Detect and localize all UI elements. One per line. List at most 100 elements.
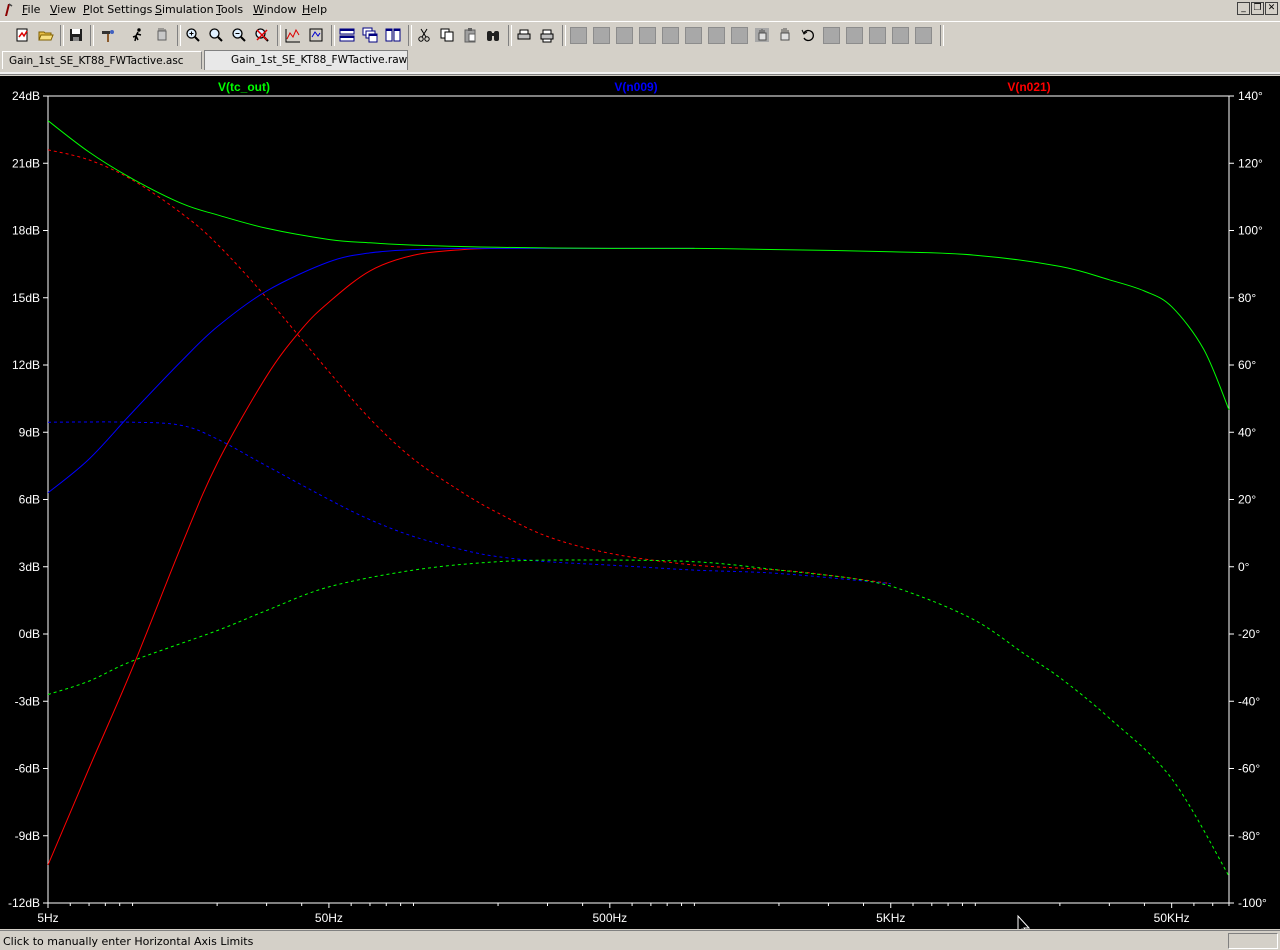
move-tool-button[interactable] bbox=[775, 26, 795, 44]
pick-visible-traces-button[interactable] bbox=[306, 26, 326, 44]
y2-tick-label: 60° bbox=[1238, 358, 1256, 372]
open-button[interactable] bbox=[36, 26, 56, 44]
disabled-tool-button[interactable] bbox=[637, 26, 657, 44]
run-button[interactable] bbox=[128, 26, 148, 44]
x-tick-label: 5Hz bbox=[37, 911, 58, 925]
find-button[interactable] bbox=[483, 26, 503, 44]
disabled-tool-button[interactable] bbox=[614, 26, 634, 44]
save-button[interactable] bbox=[66, 26, 86, 44]
print-button[interactable] bbox=[537, 26, 557, 44]
disabled-tool-button[interactable] bbox=[821, 26, 841, 44]
menu-help[interactable]: Help bbox=[302, 3, 327, 16]
undo-button[interactable] bbox=[798, 26, 818, 44]
y2-tick-label: -60° bbox=[1238, 762, 1260, 776]
new-schematic-button[interactable] bbox=[13, 26, 33, 44]
halt-button[interactable] bbox=[152, 26, 172, 44]
disabled-tool-button[interactable] bbox=[867, 26, 887, 44]
disabled-tool-icon bbox=[592, 26, 610, 44]
menu-window[interactable]: Window bbox=[253, 3, 296, 16]
print-preview-button[interactable] bbox=[514, 26, 534, 44]
y-tick-label: 12dB bbox=[12, 358, 40, 372]
minimize-button[interactable]: _ bbox=[1237, 2, 1250, 15]
disabled-tool-button[interactable] bbox=[729, 26, 749, 44]
y2-tick-label: -20° bbox=[1238, 627, 1260, 641]
autorange-icon bbox=[285, 28, 300, 43]
disabled-tool-button[interactable] bbox=[890, 26, 910, 44]
print-icon bbox=[540, 29, 554, 43]
disabled-tool-icon bbox=[891, 26, 909, 44]
menu-tools[interactable]: Tools bbox=[216, 3, 243, 16]
bode-plot[interactable]: -12dB -9dB -6dB -3dB 0dB 3dB 6dB 9dB 12dB 15dB 18d… bbox=[0, 76, 1280, 929]
paste-button[interactable] bbox=[460, 26, 480, 44]
control-panel-hammer-icon bbox=[102, 30, 114, 42]
zoom-area-button[interactable] bbox=[206, 26, 226, 44]
menu-view[interactable]: View bbox=[50, 3, 76, 16]
drag-tool-button[interactable] bbox=[752, 26, 772, 44]
disabled-tool-button[interactable] bbox=[568, 26, 588, 44]
autorange-button[interactable] bbox=[283, 26, 303, 44]
status-text: Click to manually enter Horizontal Axis … bbox=[3, 935, 254, 948]
tile-horizontal-button[interactable] bbox=[337, 26, 357, 44]
y-tick-label: 18dB bbox=[12, 224, 40, 238]
phase-trace-vn021 bbox=[47, 149, 891, 585]
toolbar-separator bbox=[562, 25, 566, 46]
gain-trace-vn021 bbox=[47, 247, 695, 866]
close-button[interactable]: ✕ bbox=[1265, 2, 1278, 15]
tab-waveform[interactable]: Gain_1st_SE_KT88_FWTactive.raw bbox=[204, 50, 408, 70]
cascade-icon bbox=[362, 27, 378, 43]
tab-schematic[interactable]: Gain_1st_SE_KT88_FWTactive.asc bbox=[2, 51, 202, 69]
gain-trace-vtcout bbox=[47, 120, 1230, 410]
document-tabs: Gain_1st_SE_KT88_FWTactive.asc Gain_1st_… bbox=[0, 49, 1280, 72]
zoom-in-button[interactable] bbox=[183, 26, 203, 44]
y-tick-label: -9dB bbox=[15, 829, 40, 843]
y2-tick-label: -80° bbox=[1238, 829, 1260, 843]
control-panel-button[interactable] bbox=[98, 26, 118, 44]
toolbar-separator bbox=[177, 25, 181, 46]
copy-button[interactable] bbox=[437, 26, 457, 44]
waveform-plot-pane[interactable]: -12dB -9dB -6dB -3dB 0dB 3dB 6dB 9dB 12dB 15dB 18d… bbox=[0, 76, 1280, 929]
y-tick-label: -12dB bbox=[8, 896, 40, 910]
zoom-cancel-button[interactable] bbox=[252, 26, 272, 44]
y2-tick-label: 0° bbox=[1238, 560, 1250, 574]
cut-button[interactable] bbox=[414, 26, 434, 44]
zoom-out-button[interactable] bbox=[229, 26, 249, 44]
menu-bar: File View Plot Settings Simulation Tools… bbox=[0, 0, 1280, 20]
cascade-button[interactable] bbox=[360, 26, 380, 44]
y-tick-label: 6dB bbox=[19, 493, 40, 507]
disabled-tool-button[interactable] bbox=[706, 26, 726, 44]
tile-vertical-button[interactable] bbox=[383, 26, 403, 44]
print-preview-icon bbox=[517, 29, 531, 40]
y-tick-label: 0dB bbox=[19, 627, 40, 641]
disabled-tool-button[interactable] bbox=[913, 26, 933, 44]
disabled-tool-icon bbox=[615, 26, 633, 44]
y2-tick-label: 100° bbox=[1238, 224, 1263, 238]
menu-simulation[interactable]: Simulation bbox=[155, 3, 214, 16]
menu-plot-settings[interactable]: Plot Settings bbox=[83, 3, 152, 16]
disabled-tool-button[interactable] bbox=[844, 26, 864, 44]
find-binoculars-icon bbox=[487, 31, 499, 41]
y2-tick-label: 40° bbox=[1238, 425, 1256, 439]
disabled-tool-button[interactable] bbox=[683, 26, 703, 44]
phase-trace-vn009 bbox=[47, 421, 891, 585]
restore-button[interactable]: ❐ bbox=[1251, 2, 1264, 15]
status-bar: Click to manually enter Horizontal Axis … bbox=[0, 930, 1280, 950]
mouse-cursor-icon bbox=[1017, 914, 1031, 929]
disabled-tool-button[interactable] bbox=[660, 26, 680, 44]
disabled-tool-icon bbox=[661, 26, 679, 44]
toolbar-separator bbox=[940, 25, 944, 46]
new-schematic-icon bbox=[16, 28, 28, 42]
disabled-tool-icon bbox=[845, 26, 863, 44]
disabled-tool-icon bbox=[730, 26, 748, 44]
y-tick-label: 21dB bbox=[12, 156, 40, 170]
cut-scissors-icon bbox=[418, 28, 430, 42]
app-icon[interactable] bbox=[2, 3, 14, 17]
run-icon bbox=[132, 28, 142, 42]
y2-tick-label: 80° bbox=[1238, 291, 1256, 305]
x-tick-label: 50KHz bbox=[1154, 911, 1190, 925]
disabled-tool-icon bbox=[684, 26, 702, 44]
y-tick-label: -3dB bbox=[15, 694, 40, 708]
menu-file[interactable]: File bbox=[22, 3, 40, 16]
disabled-tool-button[interactable] bbox=[591, 26, 611, 44]
y-tick-label: 24dB bbox=[12, 89, 40, 103]
disabled-tool-icon bbox=[822, 26, 840, 44]
